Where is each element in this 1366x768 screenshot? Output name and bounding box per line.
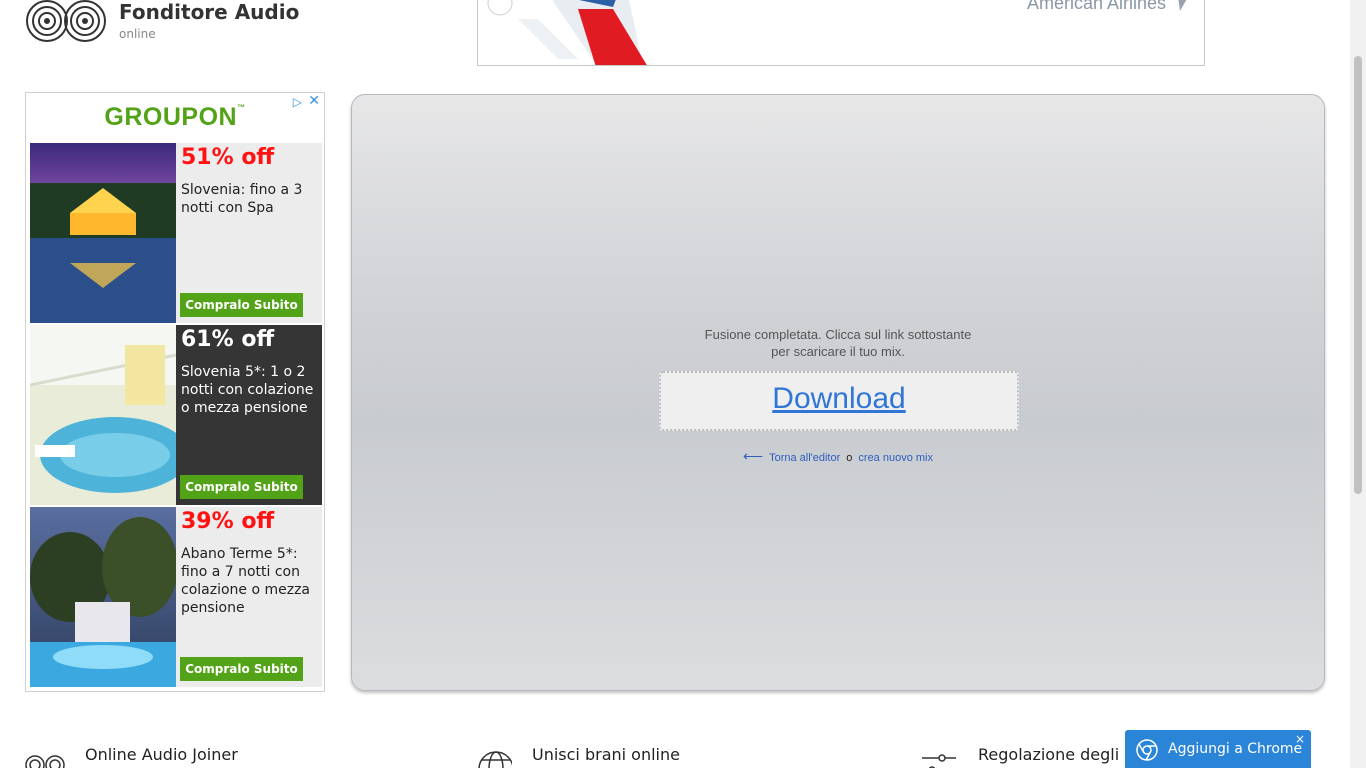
back-arrow-icon[interactable]: ⟵ <box>743 448 763 464</box>
globe-icon <box>478 751 512 768</box>
deal-discount: 39% off <box>181 509 275 534</box>
site-title[interactable]: Fonditore Audio <box>119 0 299 24</box>
buy-now-button[interactable]: Compralo Subito <box>180 475 303 499</box>
site-subtitle: online <box>119 27 156 41</box>
add-to-chrome-button[interactable]: Aggiungi a Chrome × <box>1125 730 1311 768</box>
deal-discount: 51% off <box>181 145 275 170</box>
feature-title: Online Audio Joiner <box>85 745 238 764</box>
result-panel: Fusione completata. Clicca sul link sott… <box>351 94 1325 691</box>
vinyl-icon <box>25 755 65 768</box>
deal-info: 51% off Slovenia: fino a 3 notti con Spa… <box>176 143 322 323</box>
message-line-1: Fusione completata. Clicca sul link sott… <box>704 327 972 342</box>
sliders-icon <box>922 754 956 768</box>
scrollbar-thumb[interactable] <box>1354 56 1362 494</box>
chrome-icon <box>1136 739 1158 761</box>
logo-icon[interactable] <box>25 0 109 46</box>
top-banner-ad[interactable]: American Airlines <box>477 0 1205 66</box>
panel-nav: ⟵ Torna all'editor o crea nuovo mix <box>352 448 1324 465</box>
deal-info: 61% off Slovenia 5*: 1 o 2 notti con col… <box>176 325 322 505</box>
buy-now-button[interactable]: Compralo Subito <box>180 657 303 681</box>
buy-now-button[interactable]: Compralo Subito <box>180 293 303 317</box>
deal-image <box>30 507 176 687</box>
deal-card[interactable]: 61% off Slovenia 5*: 1 o 2 notti con col… <box>30 325 322 505</box>
brand[interactable]: Fonditore Audio online <box>119 0 299 41</box>
or-separator: o <box>846 452 853 464</box>
download-box: Download <box>659 371 1019 431</box>
deal-card[interactable]: 39% off Abano Terme 5*: fino a 7 notti c… <box>30 507 322 687</box>
back-to-editor-link[interactable]: Torna all'editor <box>769 452 840 464</box>
add-to-chrome-label: Aggiungi a Chrome <box>1168 741 1303 757</box>
groupon-ad[interactable]: ▷ ✕ GROUPON™ 51% off Slovenia: fino a 3 … <box>25 92 325 692</box>
close-icon[interactable]: × <box>1295 732 1305 746</box>
deal-info: 39% off Abano Terme 5*: fino a 7 notti c… <box>176 507 322 687</box>
deal-card[interactable]: 51% off Slovenia: fino a 3 notti con Spa… <box>30 143 322 323</box>
deal-discount: 61% off <box>181 327 275 352</box>
download-link[interactable]: Download <box>661 382 1017 416</box>
new-mix-link[interactable]: crea nuovo mix <box>858 452 933 464</box>
message-line-2: per scaricare il tuo mix. <box>771 344 905 359</box>
deal-image <box>30 325 176 505</box>
groupon-logo[interactable]: GROUPON™ <box>26 103 324 132</box>
deal-description: Abano Terme 5*: fino a 7 notti con colaz… <box>181 546 311 616</box>
completion-message: Fusione completata. Clicca sul link sott… <box>352 326 1324 360</box>
page: Fonditore Audio online American Airlines… <box>0 0 1366 768</box>
deal-image <box>30 143 176 323</box>
deal-description: Slovenia 5*: 1 o 2 notti con colazione o… <box>181 364 314 416</box>
deal-description: Slovenia: fino a 3 notti con Spa <box>181 182 303 216</box>
vertical-scrollbar[interactable] <box>1350 0 1366 768</box>
airline-name: American Airlines <box>1026 0 1166 13</box>
feature-title: Unisci brani online <box>532 745 680 764</box>
